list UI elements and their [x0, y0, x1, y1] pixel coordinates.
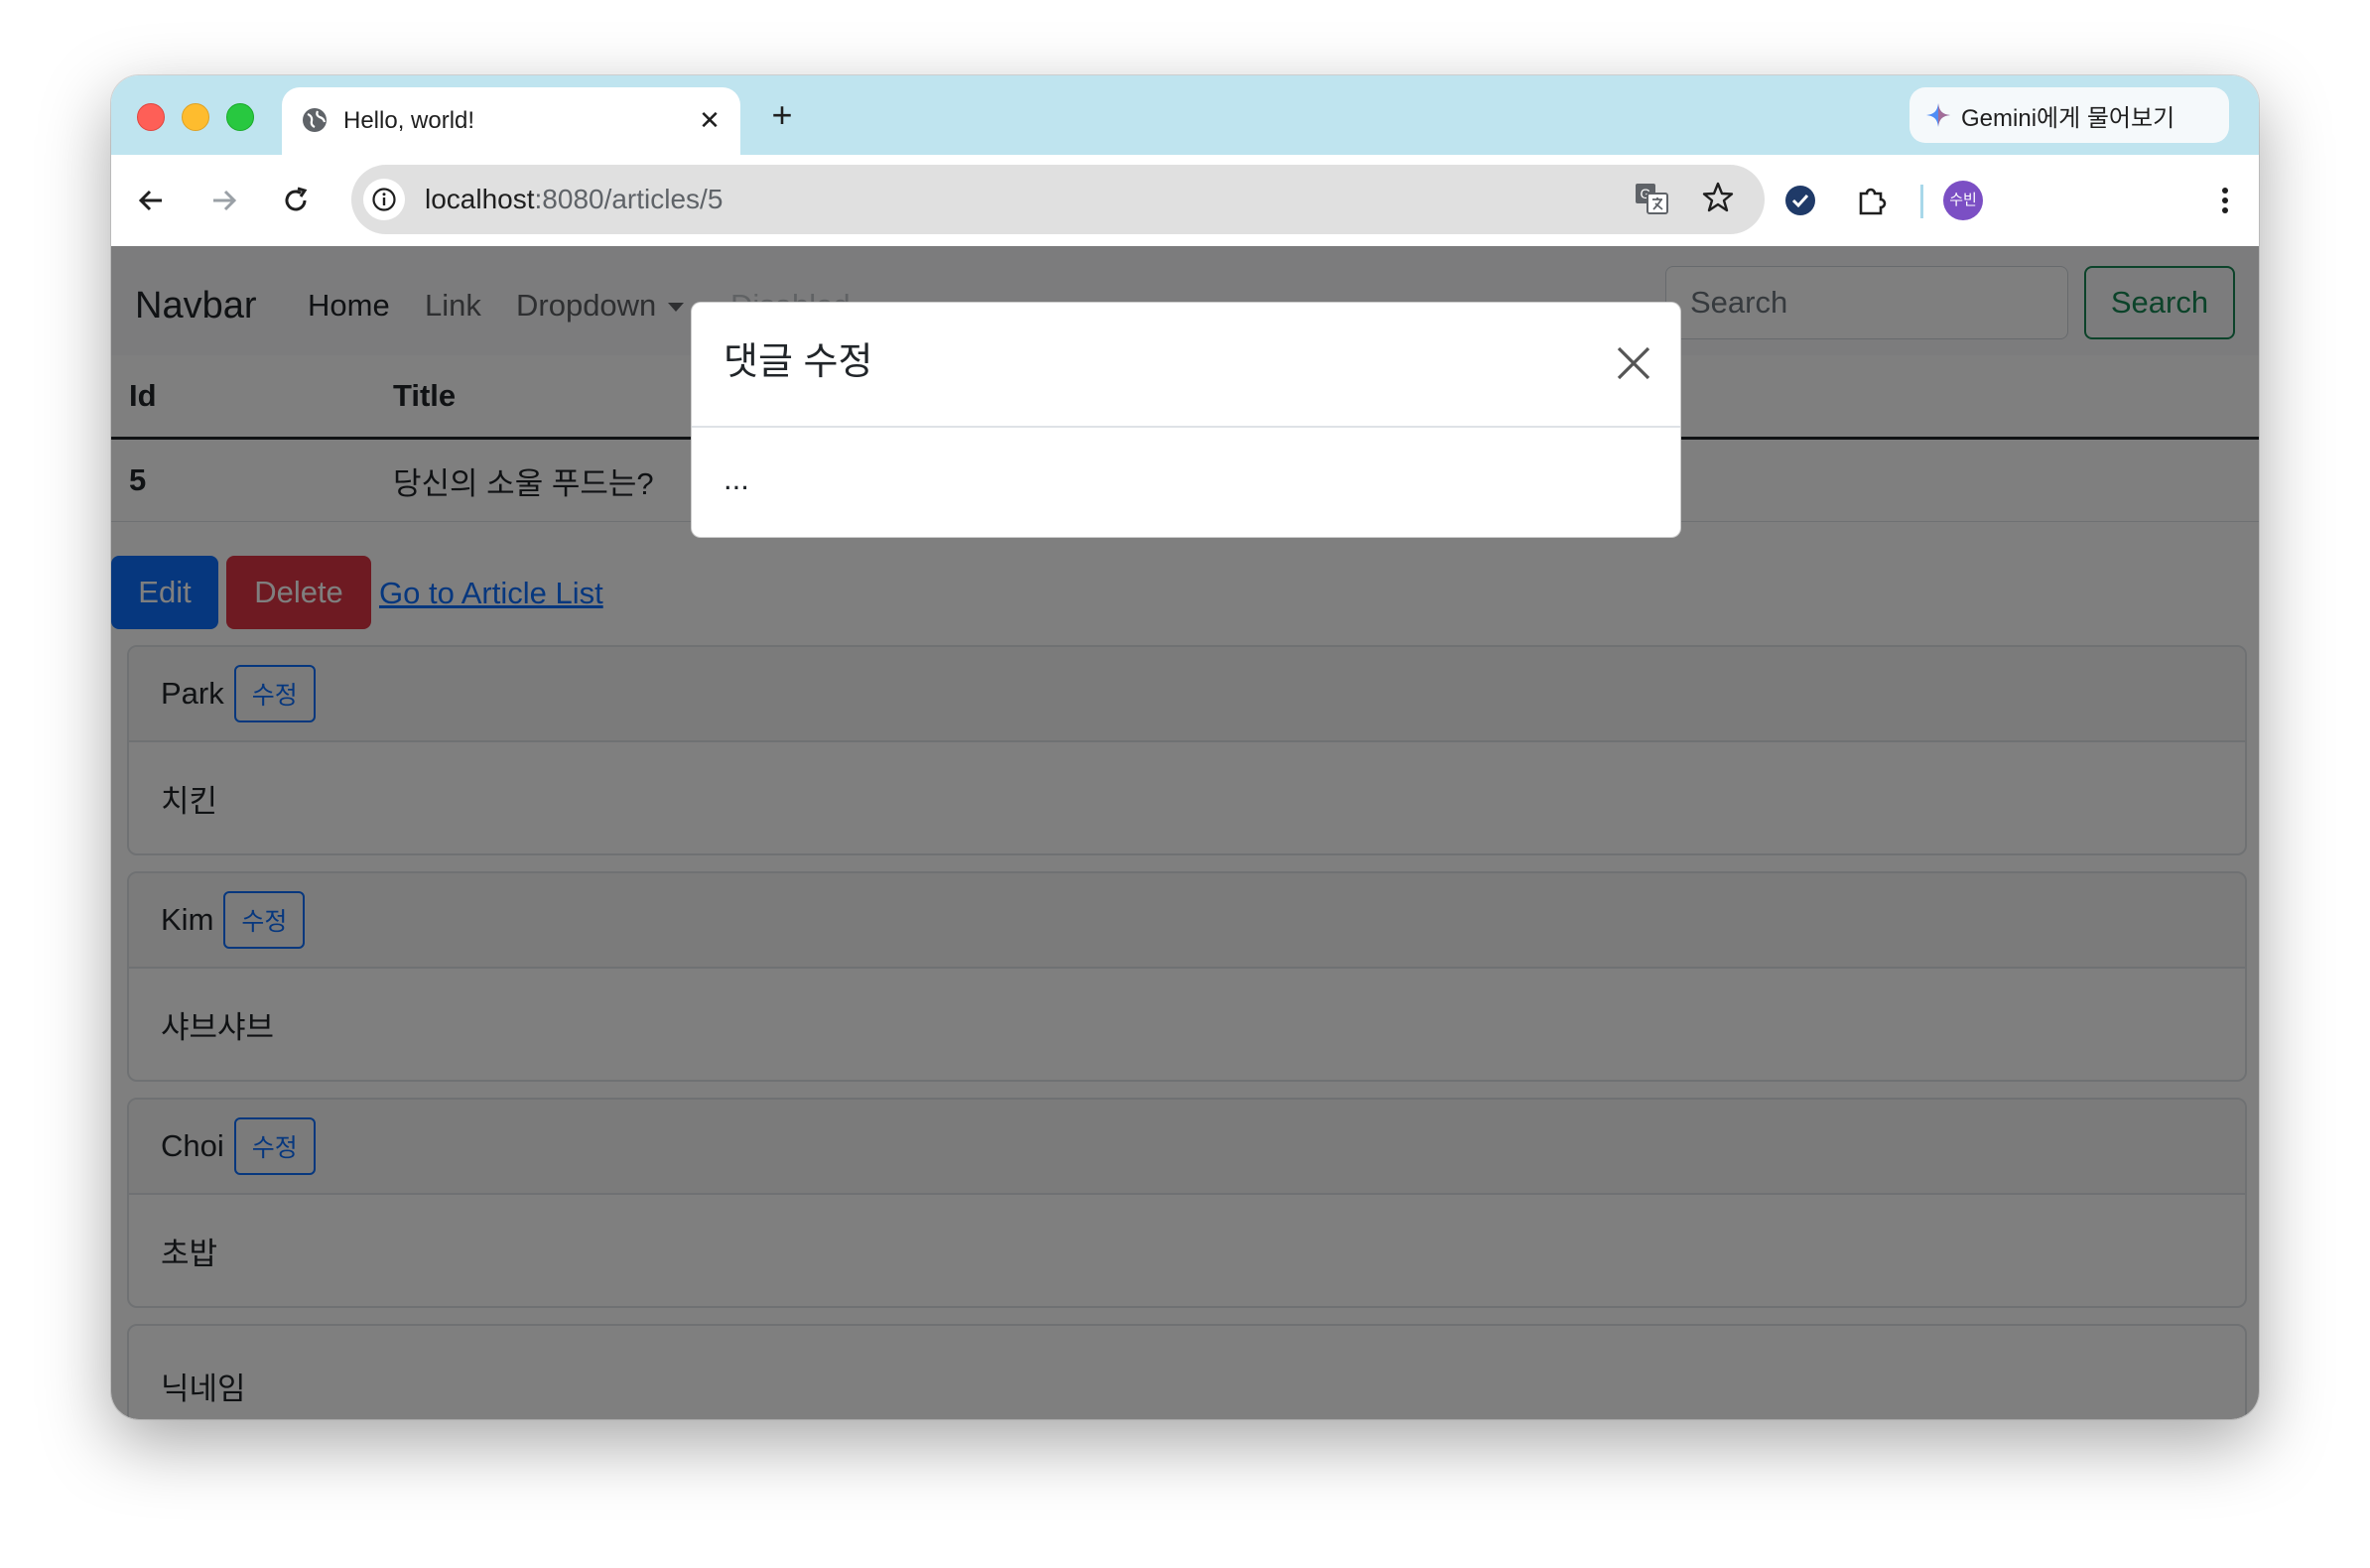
web-page: Navbar Home Link Dropdown Disabled Searc… — [111, 246, 2259, 1419]
reload-icon[interactable] — [276, 181, 316, 220]
profile-avatar[interactable]: 수빈 — [1943, 181, 1983, 220]
tab-title: Hello, world! — [343, 107, 475, 134]
close-window-button[interactable] — [137, 103, 165, 131]
translate-icon[interactable]: G — [1634, 181, 1669, 221]
edit-comment-modal: 댓글 수정 ... — [691, 302, 1681, 538]
back-arrow-icon[interactable] — [131, 181, 171, 220]
url-host: localhost — [425, 184, 535, 214]
check-extension-icon[interactable] — [1780, 181, 1820, 220]
url-path: :8080/articles/5 — [534, 184, 724, 214]
more-menu-icon[interactable] — [2205, 181, 2245, 220]
modal-title: 댓글 수정 — [724, 341, 873, 383]
minimize-window-button[interactable] — [182, 103, 209, 131]
maximize-window-button[interactable] — [226, 103, 254, 131]
close-icon — [1617, 346, 1650, 380]
extensions-puzzle-icon[interactable] — [1852, 181, 1892, 220]
browser-tab[interactable]: Hello, world! ✕ — [282, 87, 740, 155]
modal-body: ... — [724, 461, 749, 496]
site-info-icon[interactable] — [363, 179, 405, 220]
forward-arrow-icon[interactable] — [204, 181, 244, 220]
modal-close-button[interactable] — [1611, 340, 1656, 386]
new-tab-button[interactable]: + — [762, 95, 802, 135]
tab-strip: Hello, world! ✕ + Gemini에게 물어보기 — [111, 75, 2259, 155]
gemini-label: Gemini에게 물어보기 — [1961, 104, 2175, 132]
address-bar[interactable]: localhost:8080/articles/5 G — [351, 165, 1765, 234]
browser-window: Hello, world! ✕ + Gemini에게 물어보기 수빈 local… — [111, 75, 2259, 1419]
gemini-sparkle-icon — [1926, 103, 1950, 127]
profile-label: 수빈 — [1943, 181, 1983, 220]
tab-close-icon[interactable]: ✕ — [693, 103, 726, 137]
url-text[interactable]: localhost:8080/articles/5 — [425, 183, 723, 216]
bookmark-star-icon[interactable] — [1701, 181, 1735, 219]
toolbar-divider — [1920, 185, 1923, 218]
modal-header: 댓글 수정 — [692, 303, 1680, 428]
globe-icon — [303, 108, 327, 132]
gemini-button[interactable]: Gemini에게 물어보기 — [1909, 87, 2229, 143]
